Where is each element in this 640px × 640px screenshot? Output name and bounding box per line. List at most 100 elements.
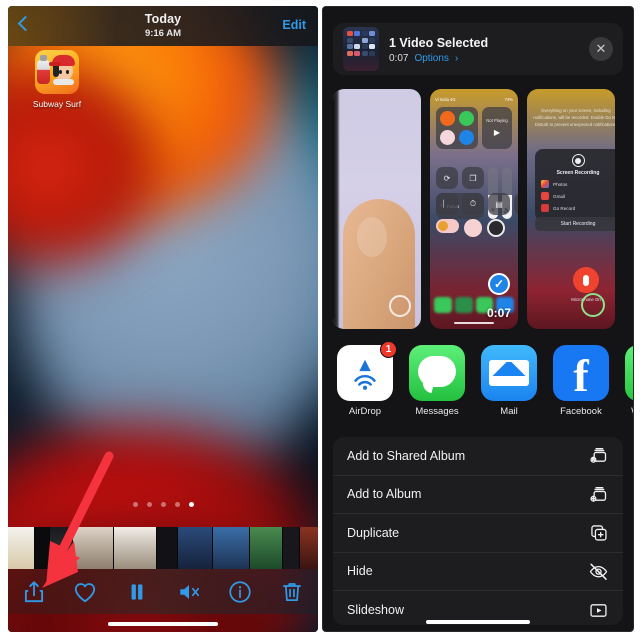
heart-icon[interactable] (72, 579, 98, 605)
left-phone-screenshot: Subway Surf Today 9:16 AM Edit (8, 6, 318, 632)
filmstrip-thumb[interactable] (73, 527, 113, 569)
filmstrip-thumb[interactable] (213, 527, 249, 569)
filmstrip-thumb[interactable] (250, 527, 282, 569)
screen-mirroring-icon[interactable]: ❐ (462, 167, 484, 189)
flashlight-icon[interactable]: ⎸ (436, 193, 458, 215)
action-hide[interactable]: Hide (333, 553, 623, 591)
info-circle-icon[interactable] (227, 579, 253, 605)
close-icon[interactable]: ✕ (589, 37, 613, 61)
airdrop-badge: 1 (380, 341, 397, 358)
action-add-to-album[interactable]: Add to Album (333, 476, 623, 514)
recording-app-row[interactable]: Photos (541, 180, 615, 188)
carrier-label: Vi India 4G (435, 96, 456, 102)
calculator-icon[interactable]: ▤ (488, 193, 510, 215)
home-indicator (426, 620, 530, 624)
share-target-facebook[interactable]: f Facebook (553, 345, 609, 431)
action-add-to-shared-album[interactable]: Add to Shared Album (333, 437, 623, 476)
edit-button[interactable]: Edit (282, 18, 306, 32)
share-target-mail[interactable]: Mail (481, 345, 537, 431)
filmstrip-thumb[interactable] (283, 527, 299, 569)
page-title: Today (144, 12, 182, 26)
action-label: Slideshow (347, 603, 404, 618)
recording-banner: Everything on your screen, including not… (533, 108, 615, 127)
cc-status-bar: Vi India 4G 74% (435, 95, 513, 103)
share-target-whatsapp[interactable]: WhatsApp (625, 345, 633, 431)
home-indicator (108, 622, 218, 626)
battery-label: 74% (504, 96, 513, 102)
action-label: Hide (347, 564, 373, 579)
filmstrip-thumb[interactable] (50, 527, 72, 569)
preview-screen-recording[interactable]: Everything on your screen, including not… (527, 89, 615, 329)
selected-checkmark[interactable]: ✓ (488, 273, 510, 295)
preview-finger[interactable] (333, 89, 421, 329)
filmstrip-thumb[interactable] (114, 527, 156, 569)
camera-icon[interactable]: ◉ (514, 193, 518, 215)
filmstrip-thumb[interactable] (35, 527, 49, 569)
photos-viewer-screen: Subway Surf Today 9:16 AM Edit (8, 6, 318, 632)
app-tile-subway-surf[interactable]: Subway Surf (28, 50, 86, 112)
gorecord-icon (541, 204, 549, 212)
filmstrip-thumb[interactable] (157, 527, 177, 569)
share-icon[interactable] (21, 579, 47, 605)
filmstrip-thumb[interactable] (300, 527, 318, 569)
control-center-video-thumbnail (343, 27, 379, 71)
action-duplicate[interactable]: Duplicate (333, 514, 623, 553)
add-album-icon (587, 483, 609, 505)
share-target-messages[interactable]: Messages (409, 345, 465, 431)
share-target-airdrop[interactable]: 1 AirDrop (337, 341, 397, 431)
whatsapp-icon (625, 345, 633, 401)
chevron-right-icon[interactable]: › (455, 53, 458, 64)
pause-icon[interactable] (124, 579, 150, 605)
page-dots (8, 502, 318, 507)
recording-app-label: Photos (553, 181, 568, 187)
cellular-icon[interactable] (459, 111, 474, 126)
share-target-label: WhatsApp (625, 406, 633, 417)
wifi-icon[interactable] (440, 130, 455, 145)
filmstrip-thumb[interactable] (178, 527, 212, 569)
preview-duration: 0:07 (486, 306, 511, 320)
timer-icon[interactable]: ⏱ (462, 193, 484, 215)
speaker-mute-icon[interactable] (176, 579, 202, 605)
app-tile-label: Subway Surf (32, 99, 82, 109)
eye-slash-icon (587, 560, 609, 582)
screen-recording-card: Screen Recording Photos Gmail Go Record (535, 149, 615, 221)
microphone-icon[interactable] (573, 267, 599, 293)
cc-now-playing-pod[interactable]: Not Playing ▶ (482, 107, 512, 149)
options-button[interactable]: Options (414, 53, 448, 64)
gmail-icon (541, 192, 549, 200)
cc-connectivity-pod[interactable] (436, 107, 478, 149)
share-target-label: Mail (500, 406, 518, 417)
mail-icon (481, 345, 537, 401)
share-app-row[interactable]: 1 AirDrop Messages Mail f Facebook (323, 341, 633, 431)
preview-strip[interactable]: Vi India 4G 74% Not Playing ▶ ⟳ ❐ ⎸ ⏱ ▤ … (333, 89, 633, 329)
cc-top-pods: Not Playing ▶ (436, 107, 512, 149)
recording-app-row[interactable]: Gmail (541, 192, 615, 200)
rotation-lock-icon[interactable]: ⟳ (436, 167, 458, 189)
action-label: Add to Shared Album (347, 448, 466, 463)
dark-mode-icon[interactable] (464, 219, 482, 237)
filmstrip-thumb[interactable] (8, 527, 34, 569)
start-recording-button[interactable]: Start Recording (535, 217, 615, 231)
right-phone-screenshot: 1 Video Selected 0:07 Options › ✕ Vi Ind… (322, 6, 634, 632)
screen-record-icon[interactable] (487, 219, 505, 237)
shared-album-icon (587, 445, 609, 467)
low-power-icon[interactable] (436, 219, 459, 233)
trash-icon[interactable] (279, 579, 305, 605)
header-title-block: Today 9:16 AM (8, 12, 318, 40)
recording-app-label: Go Record (553, 205, 576, 211)
share-sheet-meta: 1 Video Selected 0:07 Options › (389, 35, 488, 64)
cc-utility-row: ⎸ ⏱ ▤ ◉ (436, 193, 518, 215)
recording-title: Screen Recording (556, 170, 600, 176)
selection-title: 1 Video Selected (389, 35, 489, 50)
share-action-list[interactable]: Add to Shared Album Add to Album Duplica… (333, 437, 623, 625)
selection-duration: 0:07 (389, 52, 409, 64)
bluetooth-icon[interactable] (459, 130, 474, 145)
photos-icon (541, 180, 549, 188)
play-icon[interactable]: ▶ (486, 128, 508, 137)
photo-filmstrip[interactable] (8, 527, 318, 569)
record-icon (571, 154, 585, 167)
preview-control-center[interactable]: Vi India 4G 74% Not Playing ▶ ⟳ ❐ ⎸ ⏱ ▤ … (430, 89, 518, 329)
subway-surfers-icon (35, 50, 79, 94)
recording-app-row[interactable]: Go Record (541, 204, 615, 212)
airplane-mode-icon[interactable] (440, 111, 455, 126)
